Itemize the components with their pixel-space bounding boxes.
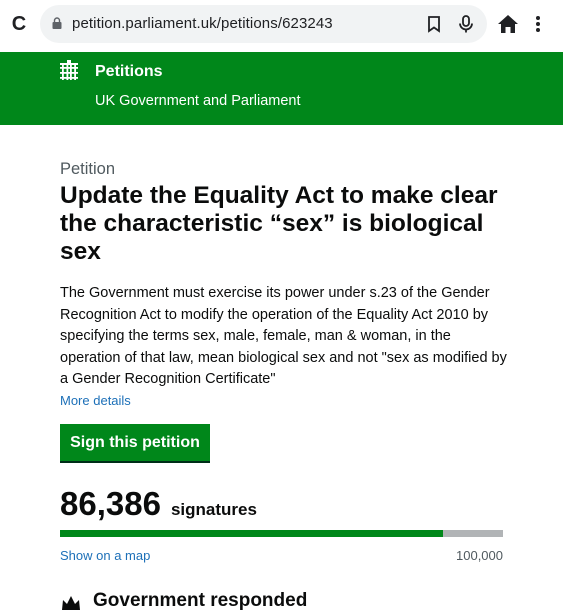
site-header: Petitions UK Government and Parliament bbox=[0, 52, 563, 125]
petition-summary: The Government must exercise its power u… bbox=[60, 285, 507, 387]
address-bar[interactable]: petition.parliament.uk/petitions/623243 bbox=[40, 5, 487, 43]
show-on-map-link[interactable]: Show on a map bbox=[60, 548, 150, 563]
response-heading: Government responded bbox=[93, 590, 308, 611]
site-subtitle: UK Government and Parliament bbox=[95, 93, 301, 109]
url-text: petition.parliament.uk/petitions/623243 bbox=[72, 15, 333, 32]
reload-icon[interactable]: C bbox=[6, 10, 32, 38]
signature-count-block: 86,386 signatures bbox=[60, 485, 257, 523]
crown-crest-icon bbox=[62, 596, 80, 610]
page-caption: Petition bbox=[60, 160, 116, 178]
more-options-icon[interactable] bbox=[533, 13, 543, 35]
portcullis-icon bbox=[60, 60, 78, 80]
signature-progress-bar bbox=[60, 530, 503, 537]
home-icon[interactable] bbox=[497, 13, 519, 35]
lock-icon bbox=[52, 17, 62, 29]
bookmark-icon[interactable] bbox=[425, 15, 443, 33]
more-details-link[interactable]: More details bbox=[60, 393, 131, 408]
signature-count: 86,386 bbox=[60, 485, 161, 522]
signature-progress-fill bbox=[60, 530, 443, 537]
browser-toolbar: C petition.parliament.uk/petitions/62324… bbox=[0, 0, 563, 52]
site-name-link[interactable]: Petitions bbox=[95, 63, 163, 81]
sign-petition-button[interactable]: Sign this petition bbox=[60, 424, 210, 461]
microphone-icon[interactable] bbox=[456, 14, 476, 34]
signature-threshold: 100,000 bbox=[456, 548, 503, 563]
petition-title: Update the Equality Act to make clear th… bbox=[60, 182, 498, 265]
signature-label: signatures bbox=[170, 500, 257, 519]
